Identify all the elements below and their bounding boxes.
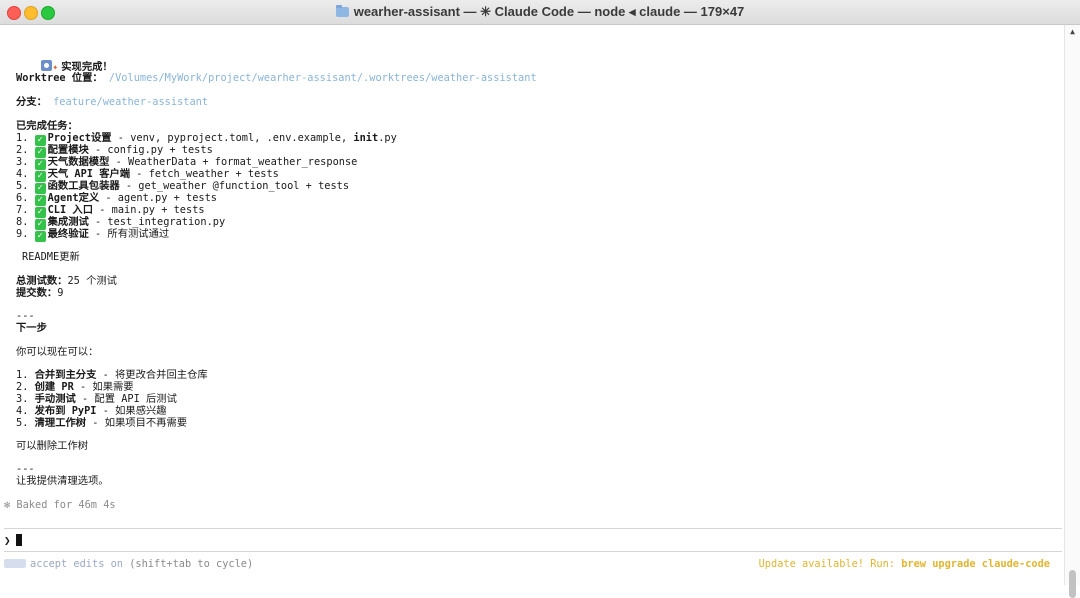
total-tests-line: 总测试数：25 个测试 bbox=[16, 275, 117, 287]
next-steps-intro: 你可以现在可以： bbox=[16, 346, 99, 358]
task-item: 4. ✓ 天气 API 客户端 - fetch_weather + tests bbox=[16, 168, 279, 182]
window-title: wearher-assisant — ✳ Claude Code — node … bbox=[0, 4, 1080, 20]
commits-line: 提交数：9 bbox=[16, 287, 64, 299]
task-item: 9. ✓ 最终验证 - 所有测试通过 bbox=[16, 228, 170, 242]
title-bar[interactable]: wearher-assisant — ✳ Claude Code — node … bbox=[0, 0, 1080, 25]
cleanup-offer: 让我提供清理选项。 bbox=[16, 475, 109, 487]
window-title-text: wearher-assisant — ✳ Claude Code — node … bbox=[353, 4, 745, 19]
next-steps-heading: 下一步 bbox=[16, 322, 47, 334]
mode-status[interactable]: accept edits on (shift+tab to cycle) bbox=[4, 558, 253, 570]
scroll-thumb[interactable] bbox=[1069, 570, 1076, 598]
tasks-heading: 已完成任务： bbox=[16, 120, 78, 132]
prompt-caret-icon: ❯ bbox=[4, 534, 11, 547]
readme-line: README更新 bbox=[22, 251, 80, 263]
next-step-item: 5. 清理工作树 - 如果项目不再需要 bbox=[16, 417, 188, 429]
next-step-item: 1. 合并到主分支 - 将更改合并回主仓库 bbox=[16, 369, 208, 381]
chevron-up-icon[interactable]: ▲ bbox=[1068, 27, 1077, 36]
terminal-window: wearher-assisant — ✳ Claude Code — node … bbox=[0, 0, 1080, 598]
update-notice: Update available! Run: brew upgrade clau… bbox=[758, 558, 1050, 570]
prompt-input[interactable] bbox=[16, 534, 22, 546]
completion-heading: ✦ 实现完成！ bbox=[4, 48, 113, 73]
divider bbox=[4, 528, 1062, 529]
accept-edits-icon bbox=[4, 559, 26, 568]
branch-name: feature/weather-assistant bbox=[53, 96, 209, 108]
task-item: 6. ✓ Agent定义 - agent.py + tests bbox=[16, 192, 217, 206]
branch-line: 分支： feature/weather-assistant bbox=[16, 96, 209, 108]
folder-icon bbox=[335, 5, 349, 17]
baked-timer: ✻ Baked for 46m 4s bbox=[4, 499, 116, 511]
task-item: 2. ✓ 配置模块 - config.py + tests bbox=[16, 144, 213, 158]
next-step-item: 3. 手动测试 - 配置 API 后测试 bbox=[16, 393, 177, 405]
check-mark-icon: ✓ bbox=[34, 231, 46, 242]
update-command: brew upgrade claude-code bbox=[901, 558, 1050, 570]
vertical-scrollbar[interactable]: ▲ bbox=[1064, 25, 1080, 598]
next-step-item: 4. 发布到 PyPI - 如果感兴趣 bbox=[16, 405, 167, 417]
task-item: 7. ✓ CLI 入口 - main.py + tests bbox=[16, 204, 205, 218]
worktree-line: Worktree 位置： /Volumes/MyWork/project/wea… bbox=[16, 72, 537, 84]
cleanup-note: 可以删除工作树 bbox=[16, 440, 89, 452]
task-item: 8. ✓ 集成测试 - test_integration.py bbox=[16, 216, 226, 230]
horizontal-rule: --- bbox=[16, 463, 35, 475]
done-icon bbox=[41, 60, 53, 71]
divider bbox=[4, 551, 1062, 552]
task-item: 3. ✓ 天气数据模型 - WeatherData + format_weathe… bbox=[16, 156, 358, 170]
next-step-item: 2. 创建 PR - 如果需要 bbox=[16, 381, 134, 393]
horizontal-rule: --- bbox=[16, 310, 35, 322]
task-item: 1. ✓ Project设置 - venv, pyproject.toml, .e… bbox=[16, 132, 397, 146]
worktree-path: /Volumes/MyWork/project/wearher-assisant… bbox=[108, 72, 537, 84]
task-item: 5. ✓ 函数工具包装器 - get_weather @function_tool… bbox=[16, 180, 350, 194]
